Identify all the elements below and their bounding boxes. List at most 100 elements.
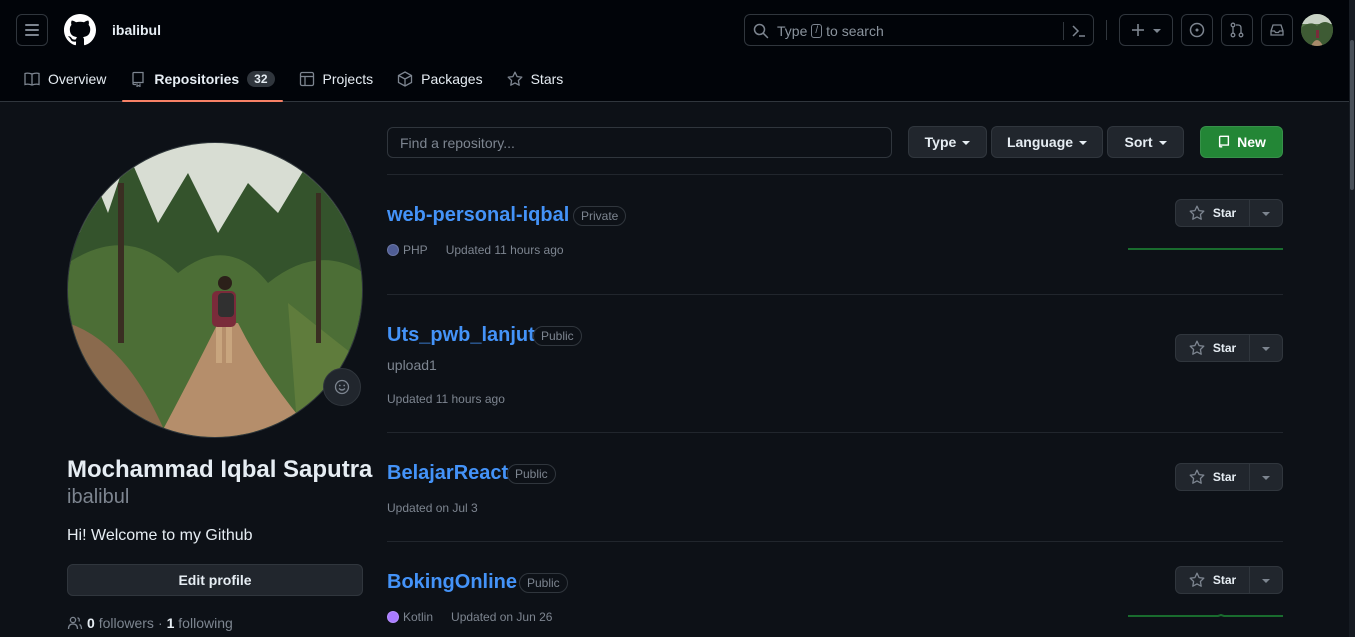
package-icon [397, 70, 413, 87]
following-link[interactable]: 1 following [167, 615, 233, 631]
inbox-button[interactable] [1261, 14, 1293, 46]
divider [387, 294, 1283, 295]
tab-projects[interactable]: Projects [291, 56, 382, 101]
star-list-dropdown[interactable] [1250, 566, 1283, 594]
type-filter-button[interactable]: Type [908, 126, 987, 158]
follow-separator: · [157, 615, 163, 631]
visibility-badge: Public [519, 573, 568, 593]
book-icon [24, 71, 40, 86]
tab-packages[interactable]: Packages [389, 56, 490, 101]
star-button-group: Star [1175, 463, 1283, 491]
follow-stats: 0 followers · 1 following [67, 615, 233, 631]
menu-button[interactable] [16, 14, 48, 46]
star-icon [1189, 340, 1205, 355]
star-list-dropdown[interactable] [1250, 463, 1283, 491]
create-new-button[interactable] [1119, 14, 1173, 46]
inbox-icon [1270, 24, 1284, 36]
pull-requests-button[interactable] [1221, 14, 1253, 46]
star-icon [1189, 572, 1205, 587]
issue-icon [1189, 22, 1205, 38]
table-icon [299, 71, 314, 86]
repo-icon [132, 71, 145, 87]
star-button[interactable]: Star [1175, 463, 1250, 491]
chevron-down-icon [1262, 212, 1270, 216]
repo-description: upload1 [387, 357, 437, 373]
tab-overview[interactable]: Overview [16, 56, 114, 101]
edit-profile-button[interactable]: Edit profile [67, 564, 363, 596]
star-icon [1189, 205, 1205, 220]
user-avatar[interactable] [1301, 14, 1333, 46]
star-button-group: Star [1175, 334, 1283, 362]
star-button[interactable]: Star [1175, 334, 1250, 362]
divider [387, 174, 1283, 175]
plus-icon [1132, 24, 1144, 36]
profile-bio: Hi! Welcome to my Github [67, 527, 253, 544]
github-logo-icon[interactable] [64, 14, 96, 46]
chevron-down-icon [1079, 141, 1088, 145]
star-button-group: Star [1175, 566, 1283, 594]
star-list-dropdown[interactable] [1250, 199, 1283, 227]
scrollbar-thumb[interactable] [1350, 40, 1354, 190]
chevron-down-icon [1153, 29, 1161, 33]
pull-request-icon [1230, 22, 1244, 38]
chevron-down-icon [1262, 579, 1270, 583]
visibility-badge: Public [507, 464, 556, 484]
star-button-group: Star [1175, 199, 1283, 227]
star-button[interactable]: Star [1175, 199, 1250, 227]
find-repository-input[interactable] [387, 127, 892, 158]
repo-name-link[interactable]: BokingOnline [387, 571, 517, 594]
star-button[interactable]: Star [1175, 566, 1250, 594]
global-search[interactable]: Type / to search [744, 14, 1094, 46]
header-username[interactable]: ibalibul [112, 22, 161, 38]
repo-meta: Updated on Jul 3 [387, 501, 478, 515]
header-divider [1106, 20, 1107, 40]
activity-sparkline [1128, 248, 1283, 250]
star-list-dropdown[interactable] [1250, 334, 1283, 362]
profile-avatar[interactable] [67, 142, 363, 438]
repositories-count: 32 [247, 70, 275, 87]
slash-key-hint: / [811, 24, 823, 38]
smiley-icon [334, 379, 350, 395]
activity-sparkline [1128, 614, 1283, 617]
repo-meta: PHP Updated 11 hours ago [387, 243, 564, 257]
tab-stars[interactable]: Stars [499, 56, 572, 101]
repo-updated: Updated on Jun 26 [451, 610, 553, 624]
repo-updated: Updated 11 hours ago [387, 392, 505, 406]
repo-language: PHP [403, 243, 428, 257]
command-palette-icon[interactable] [1071, 23, 1087, 39]
page-scrollbar[interactable] [1349, 0, 1355, 637]
visibility-badge: Private [573, 206, 627, 226]
star-icon [1189, 469, 1205, 484]
issues-button[interactable] [1181, 14, 1213, 46]
divider [387, 541, 1283, 542]
repo-name-link[interactable]: web-personal-iqbal [387, 204, 569, 227]
people-icon [67, 616, 83, 630]
search-divider [1063, 22, 1064, 40]
profile-tabs: Overview Repositories 32 Projects Packag… [16, 56, 579, 102]
tab-repositories[interactable]: Repositories 32 [122, 56, 283, 102]
new-repository-button[interactable]: New [1200, 126, 1283, 158]
language-color-dot [387, 244, 399, 256]
profile-handle: ibalibul [67, 486, 130, 508]
top-header: ibalibul Type / to search Overview Repos… [0, 0, 1349, 102]
repo-name-link[interactable]: BelajarReact [387, 462, 508, 485]
chevron-down-icon [1158, 141, 1167, 145]
repo-meta: Updated 11 hours ago [387, 392, 505, 406]
repo-meta: Kotlin Updated on Jun 26 [387, 610, 552, 624]
chevron-down-icon [1262, 347, 1270, 351]
followers-link[interactable]: 0 followers [87, 615, 154, 631]
set-status-button[interactable] [323, 368, 361, 406]
repo-icon [1219, 135, 1230, 148]
repo-updated: Updated on Jul 3 [387, 501, 478, 515]
chevron-down-icon [962, 141, 971, 145]
chevron-down-icon [1262, 476, 1270, 480]
divider [387, 432, 1283, 433]
repo-name-link[interactable]: Uts_pwb_lanjut [387, 324, 535, 347]
star-icon [507, 71, 523, 86]
repo-language: Kotlin [403, 610, 434, 624]
profile-full-name: Mochammad Iqbal Saputra [67, 456, 373, 483]
language-filter-button[interactable]: Language [991, 126, 1103, 158]
search-hint: Type / to search [777, 23, 884, 39]
sort-button[interactable]: Sort [1107, 126, 1184, 158]
language-color-dot [387, 611, 399, 623]
